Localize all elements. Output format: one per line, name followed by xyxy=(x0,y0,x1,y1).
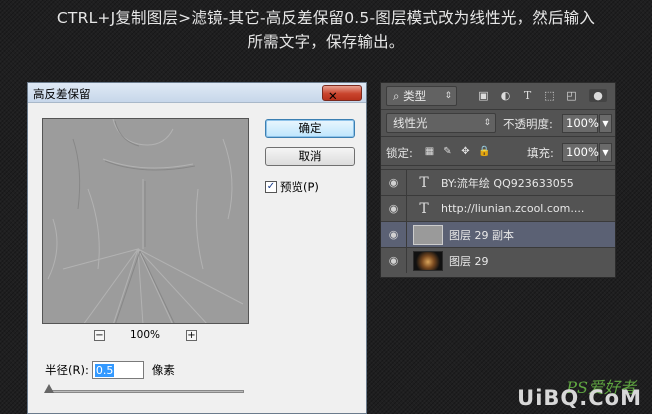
lock-all-icon[interactable]: 🔒 xyxy=(478,146,490,157)
lock-transparent-icon[interactable]: ▦ xyxy=(424,146,435,157)
visibility-eye-icon[interactable]: ◉ xyxy=(381,196,407,221)
chevron-down-icon: ▼ xyxy=(602,119,609,128)
shape-filter-icon[interactable]: ⬚ xyxy=(543,89,556,102)
preview-image xyxy=(43,119,248,323)
layer-row[interactable]: ◉ 图层 29 xyxy=(381,247,615,273)
lock-label: 锁定: xyxy=(386,146,413,160)
layer-row-selected[interactable]: ◉ 图层 29 副本 xyxy=(381,221,615,247)
lock-paint-icon[interactable]: ✎ xyxy=(442,146,453,157)
visibility-eye-icon[interactable]: ◉ xyxy=(381,222,407,247)
radius-value: 0.5 xyxy=(94,364,115,377)
layers-panel: ⌕ 类型 ⇕ ▣ ◐ T ⬚ ◰ ● 线性光 ⇕ 不透明度: 100% ▼ 锁定… xyxy=(380,82,616,278)
layer-name: BY:流年绘 QQ923633055 xyxy=(441,176,574,190)
radius-row: 半径(R): 0.5 像素 xyxy=(45,361,175,379)
radius-unit: 像素 xyxy=(151,363,175,377)
blend-mode-dropdown[interactable]: 线性光 ⇕ xyxy=(386,113,496,133)
layer-name: 图层 29 副本 xyxy=(449,228,514,242)
opacity-dropdown-arrow[interactable]: ▼ xyxy=(599,114,612,133)
high-pass-dialog: 高反差保留 ✕ 确定 取消 ✓ 预览(P) − 100% + 半径(R): 0.… xyxy=(27,82,367,414)
layer-row[interactable]: ◉ T http://liunian.zcool.com.... xyxy=(381,195,615,221)
filter-kind-value: 类型 xyxy=(403,89,427,103)
close-button[interactable]: ✕ xyxy=(322,85,362,103)
cancel-button[interactable]: 取消 xyxy=(265,147,355,166)
layer-thumbnail xyxy=(413,250,443,271)
watermark: PS爱好者 UiBQ.CoM xyxy=(517,374,642,410)
adjustment-filter-icon[interactable]: ◐ xyxy=(499,89,512,102)
blend-row: 线性光 ⇕ 不透明度: 100% ▼ xyxy=(381,110,615,137)
watermark-bottom: UiBQ.CoM xyxy=(517,386,642,410)
caption-line-2: 所需文字，保存输出。 xyxy=(247,33,405,51)
zoom-in-button[interactable]: + xyxy=(186,330,197,341)
tutorial-caption: CTRL+J复制图层>滤镜-其它-高反差保留0.5-图层模式改为线性光，然后输入… xyxy=(0,6,652,54)
dialog-title-bar: 高反差保留 ✕ xyxy=(28,83,366,103)
ok-button[interactable]: 确定 xyxy=(265,119,355,138)
filter-preview[interactable] xyxy=(42,118,249,324)
fill-dropdown-arrow[interactable]: ▼ xyxy=(599,143,612,162)
zoom-controls: − 100% + xyxy=(94,329,198,344)
fill-label: 填充: xyxy=(527,146,554,160)
zoom-level: 100% xyxy=(130,329,161,341)
blend-mode-value: 线性光 xyxy=(393,116,428,130)
close-icon: ✕ xyxy=(328,89,338,103)
checkmark-icon: ✓ xyxy=(266,181,276,192)
lock-position-icon[interactable]: ✥ xyxy=(460,146,471,157)
type-filter-icon[interactable]: T xyxy=(521,89,534,102)
visibility-eye-icon[interactable]: ◉ xyxy=(381,170,407,195)
radius-slider-track[interactable] xyxy=(48,390,244,393)
layer-thumbnail xyxy=(413,224,443,245)
text-layer-icon: T xyxy=(419,174,429,191)
opacity-field[interactable]: 100% xyxy=(562,114,599,133)
visibility-eye-icon[interactable]: ◉ xyxy=(381,248,407,273)
radius-label: 半径(R): xyxy=(45,363,89,377)
caption-line-1: CTRL+J复制图层>滤镜-其它-高反差保留0.5-图层模式改为线性光，然后输入 xyxy=(56,9,596,27)
filter-kind-dropdown[interactable]: ⌕ 类型 ⇕ xyxy=(386,86,457,106)
chevron-down-icon: ▼ xyxy=(602,148,609,157)
chevron-updown-icon: ⇕ xyxy=(483,118,491,128)
radius-input[interactable]: 0.5 xyxy=(91,361,144,379)
preview-label: 预览(P) xyxy=(280,180,319,194)
preview-option[interactable]: ✓ 预览(P) xyxy=(265,179,319,195)
chevron-updown-icon: ⇕ xyxy=(444,91,452,101)
search-icon: ⌕ xyxy=(393,89,404,103)
layer-filter-row: ⌕ 类型 ⇕ ▣ ◐ T ⬚ ◰ ● xyxy=(381,83,615,110)
preview-checkbox[interactable]: ✓ xyxy=(265,181,277,193)
filter-toggle-icon[interactable]: ● xyxy=(589,89,607,102)
opacity-label: 不透明度: xyxy=(503,117,553,131)
layer-name: 图层 29 xyxy=(449,254,489,268)
image-filter-icon[interactable]: ▣ xyxy=(477,89,490,102)
smart-object-filter-icon[interactable]: ◰ xyxy=(565,89,578,102)
radius-slider-thumb[interactable] xyxy=(44,384,54,393)
lock-row: 锁定: ▦ ✎ ✥ 🔒 填充: 100% ▼ xyxy=(381,137,615,166)
layer-name: http://liunian.zcool.com.... xyxy=(441,202,585,215)
fill-field[interactable]: 100% xyxy=(562,143,599,162)
zoom-out-button[interactable]: − xyxy=(94,330,105,341)
layer-row[interactable]: ◉ T BY:流年绘 QQ923633055 xyxy=(381,169,615,195)
text-layer-icon: T xyxy=(419,200,429,217)
dialog-title: 高反差保留 xyxy=(33,87,91,101)
